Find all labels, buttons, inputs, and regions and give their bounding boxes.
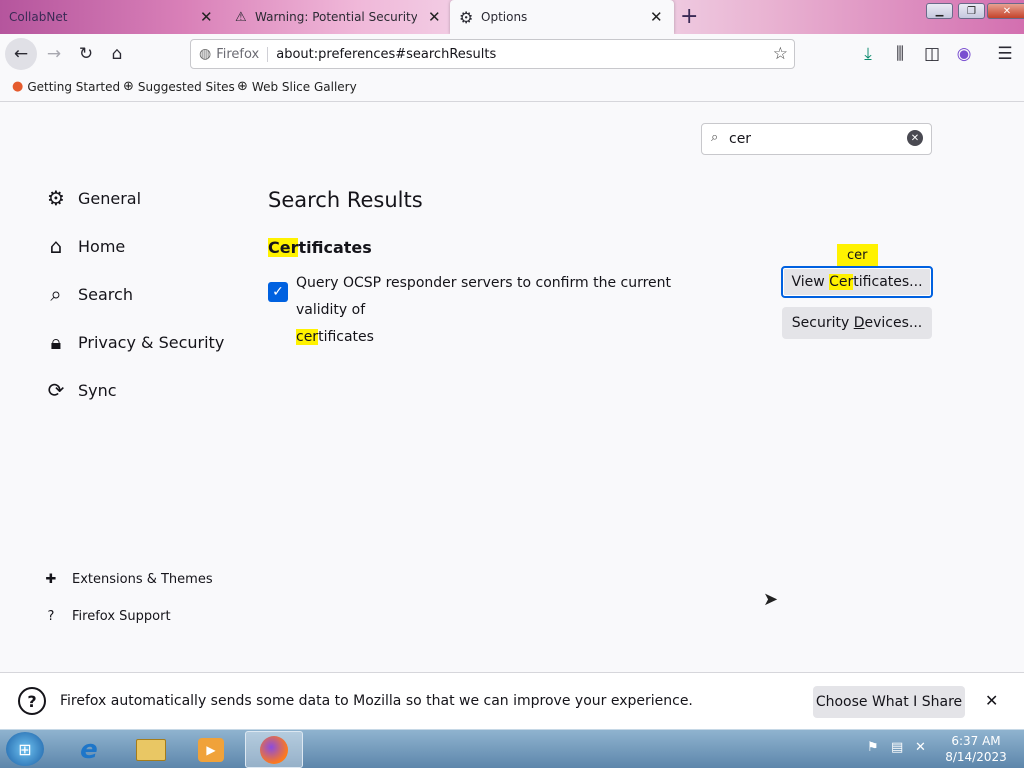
mouse-cursor-icon: ➤	[763, 589, 779, 610]
globe-icon: ⊕	[237, 79, 248, 94]
forward-arrow-icon[interactable]: →	[40, 40, 68, 68]
data-notification-bar: ? Firefox automatically sends some data …	[0, 672, 1024, 729]
preferences-search[interactable]: ⌕ cer ✕	[701, 123, 932, 155]
gear-icon: ⚙	[47, 186, 65, 210]
puzzle-icon: ✚	[45, 572, 57, 587]
ocsp-line-2-rest: tificates	[318, 329, 374, 345]
link-label: Firefox Support	[72, 609, 171, 624]
url-text[interactable]: about:preferences#searchResults	[276, 47, 496, 62]
category-label: Home	[78, 236, 126, 256]
category-general[interactable]: ⚙ General	[44, 186, 141, 210]
close-icon[interactable]: ✕	[650, 8, 663, 26]
new-tab-plus-icon[interactable]: +	[680, 4, 698, 29]
search-highlight: cer	[296, 329, 319, 345]
bookmark-getting-started[interactable]: ● Getting Started	[12, 79, 120, 94]
bookmark-label: Getting Started	[27, 79, 121, 94]
firefox-icon: ●	[12, 79, 24, 94]
tab-title: Options	[481, 10, 528, 24]
category-label: Privacy & Security	[78, 332, 225, 352]
volume-muted-icon[interactable]: ✕	[915, 740, 926, 755]
ocsp-label: Query OCSP responder servers to confirm …	[296, 270, 726, 351]
tab-title: CollabNet	[9, 10, 68, 24]
page-title: Search Results	[268, 188, 423, 212]
clock-time: 6:37 AM	[951, 734, 1001, 748]
media-player-icon[interactable]: ▶	[182, 731, 240, 768]
bookmark-suggested-sites[interactable]: ⊕ Suggested Sites	[123, 79, 235, 94]
category-label: Sync	[78, 380, 117, 400]
sidebar-icon[interactable]: ◫	[918, 40, 946, 68]
tab-warning[interactable]: ⚠ Warning: Potential Security Risk Ahead…	[226, 0, 448, 34]
choose-what-i-share-button[interactable]: Choose What I Share	[813, 686, 965, 718]
view-certificates-button[interactable]: View Certificates...	[781, 266, 933, 298]
tab-collabnet[interactable]: CollabNet ✕	[0, 0, 224, 34]
tab-options[interactable]: ⚙ Options ✕	[450, 0, 674, 34]
close-icon[interactable]: ✕	[985, 691, 998, 710]
reload-icon[interactable]: ↻	[72, 40, 100, 68]
clear-search-icon[interactable]: ✕	[907, 130, 923, 146]
bookmark-web-slice-gallery[interactable]: ⊕ Web Slice Gallery	[237, 79, 357, 94]
bookmark-label: Web Slice Gallery	[251, 79, 357, 94]
search-icon: ⌕	[711, 130, 719, 145]
firefox-identity-icon: ◍	[199, 46, 212, 62]
clock[interactable]: 6:37 AM 8/14/2023	[936, 733, 1016, 765]
help-icon: ?	[18, 687, 46, 715]
category-search[interactable]: ⌕ Search	[44, 282, 133, 306]
ocsp-line-2: certificates	[296, 324, 726, 351]
home-icon[interactable]: ⌂	[103, 40, 131, 68]
search-input[interactable]: cer	[729, 131, 751, 147]
navigation-toolbar: ← → ↻ ⌂ ◍ Firefox about:preferences#sear…	[0, 34, 1024, 74]
category-home[interactable]: ⌂ Home	[44, 234, 126, 258]
tab-strip: CollabNet ✕ ⚠ Warning: Potential Securit…	[0, 0, 1024, 34]
extensions-themes-link[interactable]: ✚ Extensions & Themes	[44, 572, 213, 587]
search-highlight: Cer	[268, 238, 299, 257]
firefox-taskbar-icon[interactable]	[245, 731, 303, 768]
download-icon[interactable]: ⤓	[854, 40, 882, 68]
firefox-support-link[interactable]: ? Firefox Support	[44, 609, 171, 624]
file-explorer-icon[interactable]	[122, 731, 180, 768]
heading-rest: tificates	[298, 238, 372, 257]
clock-date: 8/14/2023	[945, 750, 1007, 764]
lock-icon: 🔒︎	[50, 330, 62, 354]
close-icon[interactable]: ✕	[200, 8, 213, 26]
url-bar[interactable]: ◍ Firefox about:preferences#searchResult…	[190, 39, 795, 69]
library-icon[interactable]: ⫼	[886, 40, 914, 68]
bookmarks-toolbar: ● Getting Started ⊕ Suggested Sites ⊕ We…	[0, 74, 1024, 102]
start-button[interactable]: ⊞	[6, 732, 44, 766]
identity-label: Firefox	[216, 46, 269, 62]
section-heading-certificates: Certificates	[268, 238, 372, 257]
gear-icon: ⚙	[459, 7, 474, 27]
home-icon: ⌂	[49, 234, 63, 258]
warning-icon: ⚠	[235, 9, 247, 25]
category-privacy-security[interactable]: 🔒︎ Privacy & Security	[44, 330, 225, 354]
preferences-page: ⌕ cer ✕ ⚙ General ⌂ Home ⌕ Search 🔒︎ Pri…	[0, 102, 1024, 672]
maximize-button[interactable]: ❐	[958, 3, 985, 19]
notification-text: Firefox automatically sends some data to…	[60, 693, 693, 709]
ocsp-line-1: Query OCSP responder servers to confirm …	[296, 275, 672, 318]
globe-icon: ⊕	[123, 79, 134, 94]
flag-icon[interactable]: ⚑	[867, 740, 879, 755]
network-icon[interactable]: ▤	[891, 740, 903, 755]
category-label: General	[78, 188, 142, 208]
internet-explorer-icon[interactable]: e	[60, 731, 118, 768]
menu-hamburger-icon[interactable]: ☰	[991, 40, 1019, 68]
windows-taskbar: ⊞ e ▶ ⚑ ▤ ✕ 6:37 AM 8/14/2023	[0, 729, 1024, 768]
category-sync[interactable]: ⟳ Sync	[44, 378, 117, 402]
search-icon: ⌕	[50, 282, 62, 306]
ocsp-checkbox[interactable]: ✓	[268, 282, 288, 302]
sync-icon: ⟳	[47, 378, 65, 402]
search-tooltip: cer	[837, 244, 878, 266]
security-devices-button[interactable]: Security Devices...	[782, 307, 932, 339]
tab-title: Warning: Potential Security Risk Ahead	[255, 10, 417, 24]
minimize-button[interactable]: ▁	[926, 3, 953, 19]
account-icon[interactable]: ◉	[950, 40, 978, 68]
link-label: Extensions & Themes	[72, 572, 213, 587]
close-icon[interactable]: ✕	[428, 8, 441, 26]
bookmark-star-icon[interactable]: ☆	[773, 44, 788, 64]
back-arrow-icon[interactable]: ←	[5, 38, 37, 70]
category-label: Search	[78, 284, 133, 304]
bookmark-label: Suggested Sites	[137, 79, 235, 94]
help-icon: ?	[47, 609, 55, 624]
window-close-button[interactable]: ✕	[987, 3, 1024, 19]
